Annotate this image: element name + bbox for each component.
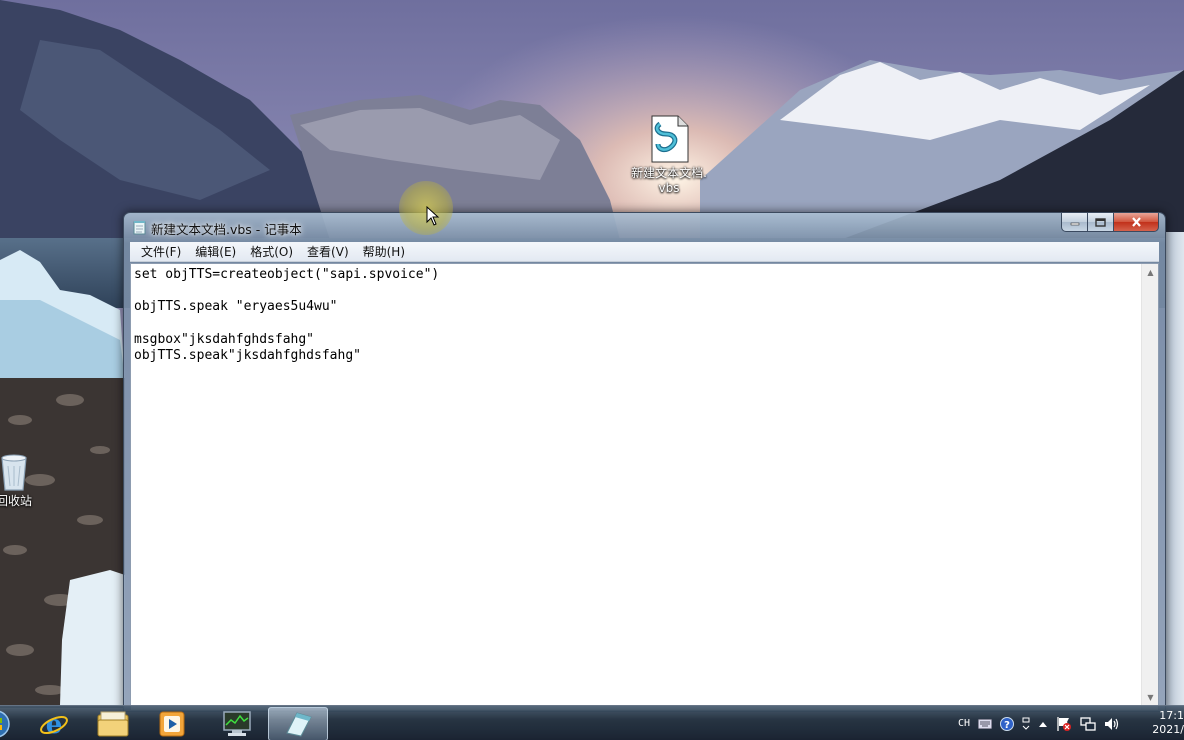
- menu-bar: 文件(F) 编辑(E) 格式(O) 查看(V) 帮助(H): [130, 242, 1159, 262]
- clock-time: 17:1: [1159, 709, 1184, 722]
- vertical-scrollbar[interactable]: ▲ ▼: [1141, 264, 1158, 710]
- maximize-icon: [1095, 217, 1106, 227]
- help-button[interactable]: ?: [1000, 716, 1015, 731]
- ime-settings-icon: [1022, 717, 1030, 730]
- menu-file[interactable]: 文件(F): [134, 243, 188, 261]
- desktop-icon-label: 新建文本文档.: [631, 166, 707, 180]
- notepad-window[interactable]: 新建文本文档.vbs - 记事本 文件(F) 编辑(E) 格式(O) 查看(V)…: [123, 212, 1166, 712]
- taskbar: e CH ? 17:1 2021/: [0, 705, 1184, 740]
- taskbar-task-manager[interactable]: [208, 707, 266, 740]
- scroll-up-arrow-icon[interactable]: ▲: [1142, 264, 1159, 281]
- show-hidden-icons-button[interactable]: [1038, 720, 1048, 728]
- vbs-script-icon: [651, 115, 689, 163]
- minimize-button[interactable]: [1061, 213, 1088, 232]
- clock-date: 2021/: [1152, 723, 1184, 736]
- recycle-bin-icon: [1, 454, 27, 491]
- keyboard-icon: [978, 718, 993, 729]
- minimize-icon: [1070, 222, 1079, 226]
- network-button[interactable]: [1080, 716, 1096, 731]
- editor-content[interactable]: set objTTS=createobject("sapi.spvoice") …: [134, 267, 1138, 364]
- scroll-down-arrow-icon[interactable]: ▼: [1142, 689, 1159, 706]
- menu-view[interactable]: 查看(V): [300, 243, 356, 261]
- action-center-button[interactable]: [1056, 716, 1072, 732]
- help-icon: ?: [1000, 716, 1015, 731]
- svg-text:?: ?: [1004, 720, 1010, 731]
- desktop-icon-label: vbs: [658, 181, 680, 195]
- show-hidden-icons-icon: [1039, 721, 1048, 727]
- taskbar-notepad[interactable]: [268, 707, 328, 740]
- ime-settings-button[interactable]: [1022, 717, 1030, 731]
- action-center-flag-icon: [1057, 716, 1072, 731]
- notepad-icon: [286, 712, 312, 737]
- taskbar-media-player[interactable]: [143, 707, 201, 740]
- file-explorer-icon: [97, 711, 129, 737]
- menu-help[interactable]: 帮助(H): [356, 243, 412, 261]
- start-orb-icon: [0, 710, 10, 738]
- close-icon: [1131, 217, 1141, 227]
- text-editor[interactable]: set objTTS=createobject("sapi.spvoice") …: [130, 263, 1159, 711]
- internet-explorer-icon: e: [40, 710, 68, 738]
- window-controls: [1061, 213, 1159, 233]
- taskbar-file-explorer[interactable]: [84, 707, 142, 740]
- network-icon: [1080, 716, 1096, 731]
- volume-icon: [1105, 717, 1119, 730]
- taskbar-internet-explorer[interactable]: e: [25, 707, 83, 740]
- menu-edit[interactable]: 编辑(E): [188, 243, 243, 261]
- keyboard-button[interactable]: [978, 718, 993, 729]
- desktop-icon-label: 回收站: [0, 494, 32, 508]
- desktop-icon-recycle-bin[interactable]: 回收站: [0, 452, 56, 509]
- language-indicator[interactable]: CH: [958, 718, 970, 729]
- mouse-cursor-icon: [426, 206, 440, 226]
- background-window-edge[interactable]: [1166, 232, 1184, 707]
- notepad-icon: [133, 221, 146, 235]
- system-tray: CH ?: [958, 706, 1128, 740]
- maximize-button[interactable]: [1088, 213, 1114, 232]
- start-button[interactable]: [0, 707, 12, 740]
- close-button[interactable]: [1114, 213, 1159, 232]
- task-manager-icon: [223, 711, 251, 736]
- volume-button[interactable]: [1104, 717, 1120, 731]
- taskbar-clock[interactable]: 17:1 2021/: [1148, 709, 1184, 737]
- window-title: 新建文本文档.vbs - 记事本: [151, 222, 302, 237]
- media-player-icon: [159, 711, 185, 737]
- title-bar[interactable]: 新建文本文档.vbs - 记事本: [124, 213, 1165, 241]
- desktop-icon-vbs-file[interactable]: 新建文本文档. vbs: [627, 114, 711, 196]
- menu-format[interactable]: 格式(O): [243, 243, 300, 261]
